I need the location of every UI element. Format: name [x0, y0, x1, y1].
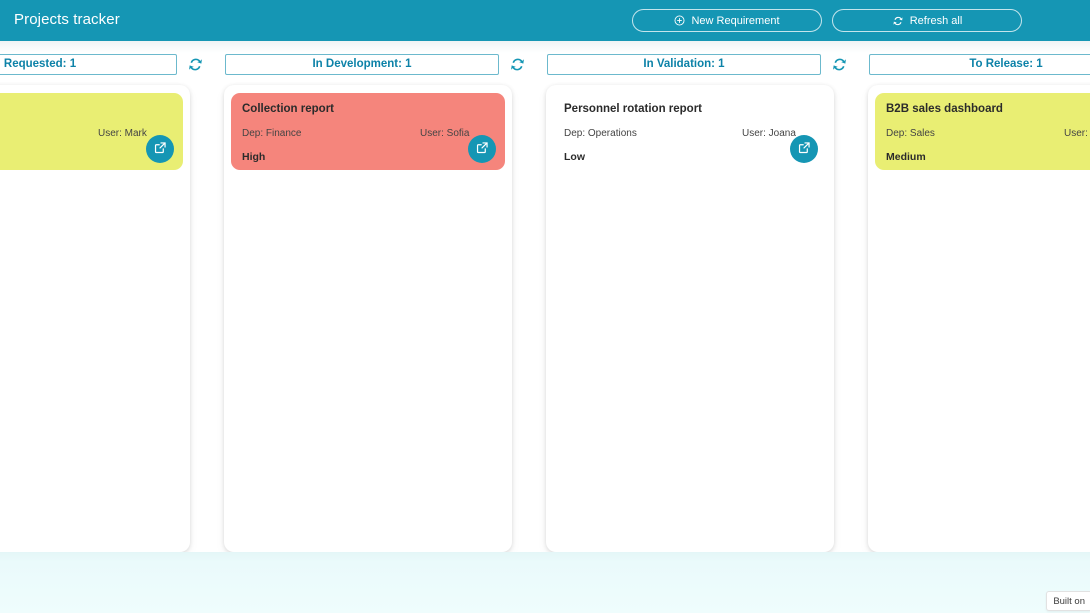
card-user: User: Joana	[742, 128, 796, 140]
column-header-row: In Validation: 1	[546, 50, 848, 78]
card-department: Dep: Sales	[886, 128, 1064, 140]
top-bar: Projects tracker New Requirement	[0, 0, 1090, 41]
requirement-card[interactable]: Collection report Dep: Finance User: Sof…	[231, 93, 505, 170]
column-header-in-development[interactable]: In Development: 1	[225, 54, 499, 75]
column-body-requested: ls Dashboard ng User: Mark	[0, 85, 190, 552]
plus-circle-icon	[674, 15, 685, 26]
card-department: Dep: Operations	[564, 128, 742, 140]
card-open-button[interactable]	[468, 135, 496, 163]
requirement-card[interactable]: ls Dashboard ng User: Mark	[0, 93, 183, 170]
card-title: Personnel rotation report	[564, 102, 816, 116]
board-area: Requested: 1 ls Dashboard ng User: Mark	[0, 41, 1090, 552]
sync-icon[interactable]	[831, 56, 848, 73]
external-link-icon	[798, 141, 811, 157]
refresh-all-label: Refresh all	[910, 15, 963, 27]
card-meta: Dep: Finance User: Sofia	[242, 128, 494, 140]
column-body-in-validation: Personnel rotation report Dep: Operation…	[546, 85, 834, 552]
card-department: ng	[0, 128, 98, 140]
card-meta: Dep: Operations User: Joana	[564, 128, 816, 140]
refresh-all-button[interactable]: Refresh all	[832, 9, 1022, 32]
column-header-row: Requested: 1	[0, 50, 204, 78]
built-on-badge[interactable]: Built on	[1046, 591, 1090, 611]
kanban-board: Requested: 1 ls Dashboard ng User: Mark	[0, 41, 1090, 552]
card-title: ls Dashboard	[0, 102, 172, 116]
kanban-column-to-release: To Release: 1 B2B sales dashboard Dep: S…	[868, 41, 1090, 552]
sync-icon	[892, 15, 904, 27]
kanban-column-requested: Requested: 1 ls Dashboard ng User: Mark	[0, 41, 204, 552]
footer: Built on	[0, 552, 1090, 613]
requirement-card[interactable]: Personnel rotation report Dep: Operation…	[553, 93, 827, 170]
card-priority: Low	[564, 151, 816, 163]
app-title: Projects tracker	[14, 11, 120, 28]
new-requirement-button[interactable]: New Requirement	[632, 9, 822, 32]
top-bar-actions: New Requirement Refresh all	[632, 9, 1022, 32]
card-meta: ng User: Mark	[0, 128, 172, 140]
column-header-row: In Development: 1	[224, 50, 526, 78]
requirement-card[interactable]: B2B sales dashboard Dep: Sales User: Joa…	[875, 93, 1090, 170]
sync-icon[interactable]	[187, 56, 204, 73]
external-link-icon	[154, 141, 167, 157]
new-requirement-label: New Requirement	[691, 15, 779, 27]
column-header-to-release[interactable]: To Release: 1	[869, 54, 1090, 75]
card-user: User: Joana	[1064, 128, 1090, 140]
sync-icon[interactable]	[509, 56, 526, 73]
card-meta: Dep: Sales User: Joana	[886, 128, 1090, 140]
card-user: User: Sofia	[420, 128, 469, 140]
kanban-column-in-development: In Development: 1 Collection report Dep:…	[224, 41, 526, 552]
kanban-column-in-validation: In Validation: 1 Personnel rotation repo…	[546, 41, 848, 552]
column-header-row: To Release: 1	[868, 50, 1090, 78]
column-body-in-development: Collection report Dep: Finance User: Sof…	[224, 85, 512, 552]
card-priority: Medium	[886, 151, 1090, 163]
card-user: User: Mark	[98, 128, 147, 140]
card-department: Dep: Finance	[242, 128, 420, 140]
column-header-in-validation[interactable]: In Validation: 1	[547, 54, 821, 75]
card-priority: High	[242, 151, 494, 163]
card-open-button[interactable]	[146, 135, 174, 163]
column-header-requested[interactable]: Requested: 1	[0, 54, 177, 75]
projects-tracker-app: Projects tracker New Requirement	[0, 0, 1090, 613]
card-title: Collection report	[242, 102, 494, 116]
external-link-icon	[476, 141, 489, 157]
card-title: B2B sales dashboard	[886, 102, 1090, 116]
column-body-to-release: B2B sales dashboard Dep: Sales User: Joa…	[868, 85, 1090, 552]
card-open-button[interactable]	[790, 135, 818, 163]
